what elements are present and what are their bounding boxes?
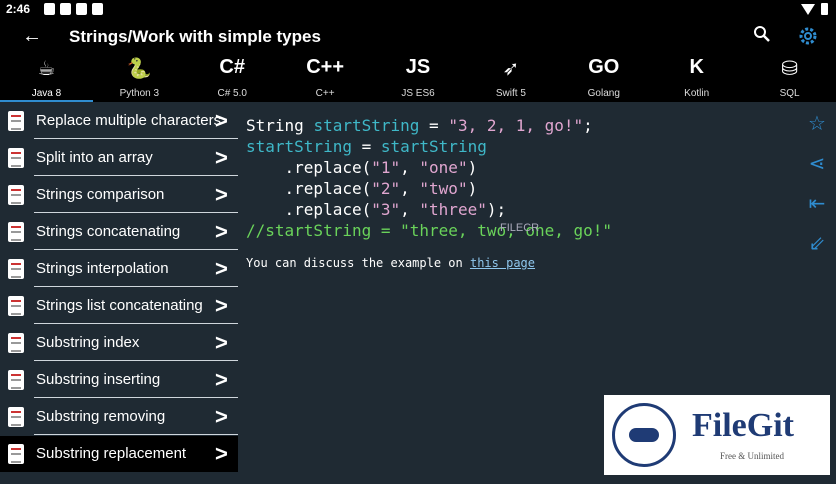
discussion-note: You can discuss the example on this page (246, 256, 535, 270)
list-item[interactable]: Strings comparison > (0, 177, 238, 213)
filegit-logo: FileGit Free & Unlimited (604, 395, 830, 475)
document-icon (8, 407, 24, 427)
chevron-right-icon: > (215, 219, 228, 244)
chevron-right-icon: > (215, 256, 228, 281)
swift-icon: ➶ (502, 58, 520, 80)
system-icons (801, 3, 828, 15)
list-item[interactable]: Replace multiple characters > (0, 103, 238, 139)
favorite-star-icon[interactable]: ☆ (804, 111, 830, 137)
list-item[interactable]: Substring inserting > (0, 362, 238, 398)
database-icon: ⛁ (781, 58, 798, 80)
collapse-icon[interactable]: ⇙ (804, 231, 830, 257)
chevron-right-icon: > (215, 441, 228, 466)
chevron-right-icon: > (215, 108, 228, 133)
document-icon (8, 148, 24, 168)
csharp-icon: C# (219, 56, 246, 78)
battery-icon (821, 3, 828, 15)
cpp-icon: C++ (306, 56, 345, 78)
tab-swift[interactable]: ➶ Swift 5 (464, 52, 557, 102)
tab-js[interactable]: JS JS ES6 (372, 52, 465, 102)
tab-sql[interactable]: ⛁ SQL (743, 52, 836, 102)
list-item[interactable]: Split into an array > (0, 140, 238, 176)
tab-cpp[interactable]: C++ C++ (279, 52, 372, 102)
wifi-icon (801, 3, 815, 15)
chevron-right-icon: > (215, 293, 228, 318)
search-icon[interactable] (753, 25, 771, 43)
golang-icon: GO (588, 56, 620, 78)
list-item[interactable]: Substring removing > (0, 399, 238, 435)
python-icon: 🐍 (126, 58, 152, 80)
action-column: ☆ ⋖ ⇤ ⇙ (798, 103, 836, 263)
tab-python[interactable]: 🐍 Python 3 (93, 52, 186, 102)
list-item-selected[interactable]: Substring replacement > (0, 436, 238, 472)
chevron-right-icon: > (215, 182, 228, 207)
share-icon[interactable]: ⋖ (804, 151, 830, 177)
kotlin-icon: K (689, 56, 704, 78)
java-icon: ☕ (37, 58, 56, 80)
document-icon (8, 185, 24, 205)
list-item[interactable]: Strings interpolation > (0, 251, 238, 287)
chevron-right-icon: > (215, 404, 228, 429)
document-icon (8, 259, 24, 279)
document-icon (8, 296, 24, 316)
watermark: FILECR (500, 222, 540, 234)
tab-csharp[interactable]: C# C# 5.0 (186, 52, 279, 102)
chevron-right-icon: > (215, 145, 228, 170)
document-icon (8, 222, 24, 242)
page-title: Strings/Work with simple types (69, 27, 321, 46)
back-arrow-icon[interactable]: ← (22, 25, 42, 48)
gear-icon[interactable] (796, 24, 820, 48)
list-item[interactable]: Strings concatenating > (0, 214, 238, 250)
language-tabs: ☕ Java 8 🐍 Python 3 C# C# 5.0 C++ C++ JS JS E… (0, 52, 836, 102)
status-time: 2:46 (6, 2, 31, 16)
chevron-right-icon: > (215, 367, 228, 392)
document-icon (8, 370, 24, 390)
notification-icons (44, 3, 103, 15)
list-item[interactable]: Strings list concatenating > (0, 288, 238, 324)
list-item[interactable]: Substring index > (0, 325, 238, 361)
document-icon (8, 333, 24, 353)
topic-list: Replace multiple characters > Split into … (0, 103, 238, 484)
chevron-right-icon: > (215, 330, 228, 355)
app-bar: ← Strings/Work with simple types (0, 20, 836, 52)
first-page-icon[interactable]: ⇤ (804, 191, 830, 217)
document-icon (8, 111, 24, 131)
status-bar: 2:46 (0, 0, 836, 20)
tab-java[interactable]: ☕ Java 8 (0, 52, 93, 102)
code-block: String startString = "3, 2, 1, go!"; sta… (246, 116, 613, 240)
tab-golang[interactable]: GO Golang (557, 52, 650, 102)
cloud-icon (612, 403, 676, 467)
js-icon: JS (405, 56, 431, 78)
discussion-link[interactable]: this page (470, 256, 535, 270)
document-icon (8, 444, 24, 464)
tab-kotlin[interactable]: K Kotlin (650, 52, 743, 102)
